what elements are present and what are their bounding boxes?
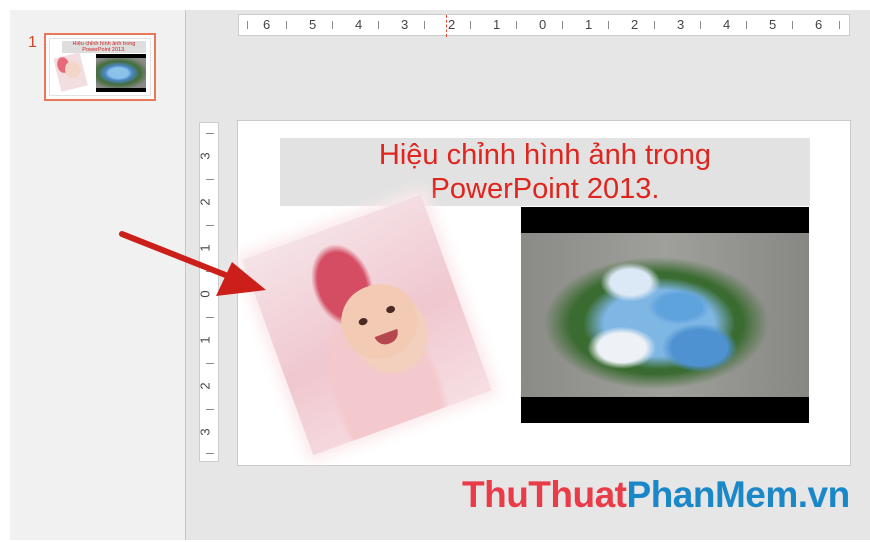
ruler-label: 3 <box>197 152 213 160</box>
slide-number: 1 <box>28 34 37 51</box>
ruler-label: 6 <box>263 17 271 32</box>
ruler-label: 3 <box>677 17 685 32</box>
thumbnail-flower-photo <box>96 54 146 92</box>
ruler-tick <box>206 453 214 454</box>
ruler-label: 4 <box>355 17 363 32</box>
ruler-tick <box>286 21 287 29</box>
ruler-label: 3 <box>401 17 409 32</box>
ruler-label: 5 <box>769 17 777 32</box>
horizontal-ruler[interactable]: 6 5 4 3 2 1 0 1 2 3 4 5 6 <box>238 14 850 37</box>
ruler-tick <box>206 363 214 364</box>
baby-eye-right <box>385 304 397 315</box>
ruler-tick <box>470 21 471 29</box>
ruler-tick <box>700 21 701 29</box>
watermark-part-1: ThuThuat <box>462 474 627 515</box>
ruler-label: 0 <box>539 17 547 32</box>
ruler-tick <box>247 21 248 29</box>
ruler-tick <box>746 21 747 29</box>
ruler-label: 2 <box>197 198 213 206</box>
baby-photo[interactable] <box>242 194 492 456</box>
ruler-label: 6 <box>815 17 823 32</box>
flower-photo[interactable] <box>521 207 809 423</box>
ruler-tick <box>206 317 214 318</box>
ruler-tick <box>839 21 840 29</box>
ruler-label: 2 <box>448 17 456 32</box>
ruler-tick <box>792 21 793 29</box>
ruler-tick <box>378 21 379 29</box>
ruler-label: 1 <box>493 17 501 32</box>
watermark-part-2: PhanMem.vn <box>626 474 851 515</box>
ruler-tick <box>206 133 214 134</box>
ruler-label: 3 <box>197 428 213 436</box>
ruler-label: 5 <box>309 17 317 32</box>
watermark-logo: ThuThuatPhanMem.vn <box>462 474 850 516</box>
flower-bouquet-image <box>521 233 809 397</box>
ruler-label: 2 <box>197 382 213 390</box>
ruler-tick <box>206 409 214 410</box>
red-arrow-annotation <box>119 231 266 296</box>
ruler-tick <box>562 21 563 29</box>
ruler-tick <box>206 179 214 180</box>
slide-title-line-2: PowerPoint 2013. <box>430 173 660 205</box>
ruler-tick <box>608 21 609 29</box>
ruler-tick <box>424 21 425 29</box>
ruler-label: 1 <box>585 17 593 32</box>
ruler-tick <box>332 21 333 29</box>
ruler-label: 1 <box>197 336 213 344</box>
baby-mouth <box>374 328 401 348</box>
thumbnail-title: Hiệu chỉnh hình ảnh trong PowerPoint 201… <box>72 41 136 53</box>
baby-face <box>331 273 428 370</box>
slide-thumbnail-1[interactable]: Hiệu chỉnh hình ảnh trong PowerPoint 201… <box>44 33 156 101</box>
slide-thumbnail-preview: Hiệu chỉnh hình ảnh trong PowerPoint 201… <box>49 38 151 96</box>
powerpoint-editor: 1 Hiệu chỉnh hình ảnh trong PowerPoint 2… <box>0 0 870 542</box>
ruler-label: 2 <box>631 17 639 32</box>
ruler-tick <box>654 21 655 29</box>
title-placeholder[interactable]: Hiệu chỉnh hình ảnh trong PowerPoint 201… <box>280 138 810 206</box>
baby-eye-left <box>357 316 369 327</box>
ruler-label: 4 <box>723 17 731 32</box>
thumbnail-baby-photo <box>53 52 88 92</box>
slide-canvas[interactable]: Hiệu chỉnh hình ảnh trong PowerPoint 201… <box>237 120 851 466</box>
slide-title: Hiệu chỉnh hình ảnh trong PowerPoint 201… <box>280 138 810 206</box>
ruler-cursor-marker <box>446 15 447 37</box>
slide-title-line-1: Hiệu chỉnh hình ảnh trong <box>378 139 712 171</box>
ruler-tick <box>516 21 517 29</box>
